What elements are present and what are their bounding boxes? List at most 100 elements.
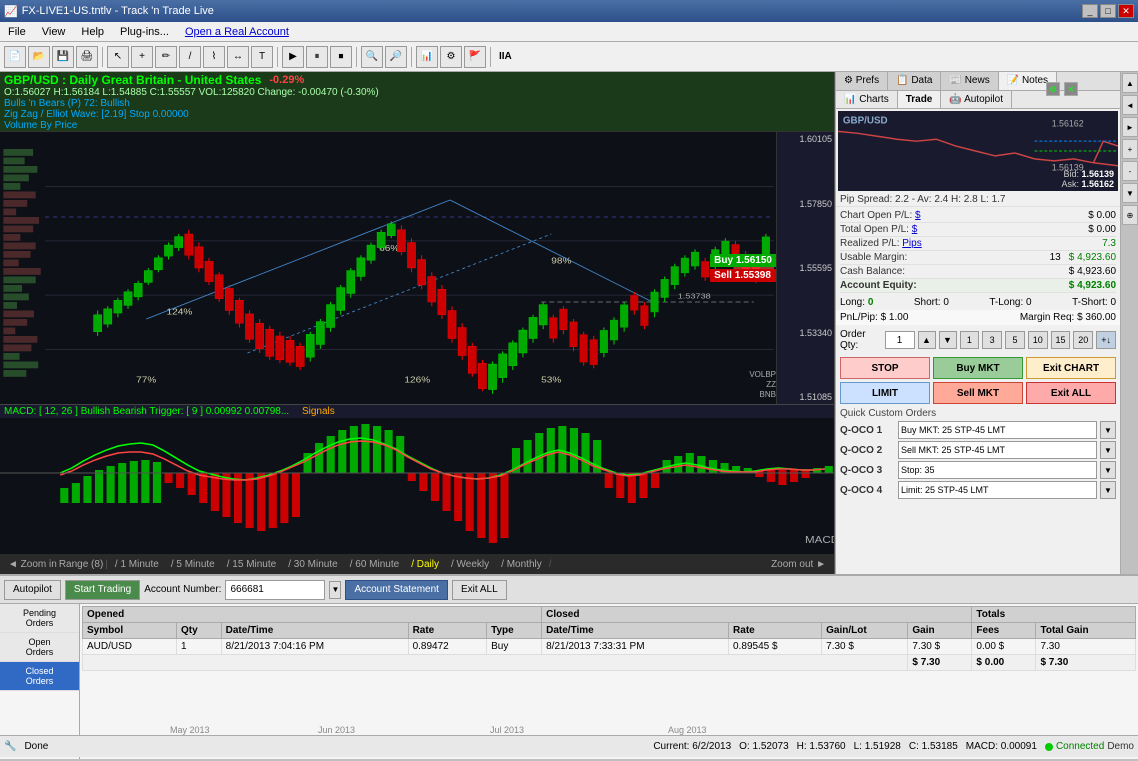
- subtab-charts[interactable]: 📊 Charts: [836, 91, 898, 108]
- zoom-in-button[interactable]: 🔍: [361, 46, 383, 68]
- rs-btn-5[interactable]: -: [1122, 161, 1138, 181]
- date-label-may: May 2013: [170, 725, 210, 735]
- menu-plugins[interactable]: Plug-ins...: [116, 25, 173, 39]
- chart-open-pl-value: $ 0.00: [1088, 210, 1116, 221]
- menu-file[interactable]: File: [4, 25, 30, 39]
- tab-news[interactable]: 📰 News: [941, 72, 998, 90]
- tf-1min[interactable]: / 1 Minute: [110, 558, 164, 571]
- qty-up-btn[interactable]: ▲: [918, 331, 936, 349]
- close-button[interactable]: ✕: [1118, 4, 1134, 18]
- status-bar: 🔧 Done Current: 6/2/2013 O: 1.52073 H: 1…: [0, 735, 1138, 757]
- minimize-button[interactable]: _: [1082, 4, 1098, 18]
- oco-input-1[interactable]: [898, 421, 1097, 439]
- right-side-buttons: ▲ ◄ ► + - ▼ ⊕: [1120, 72, 1138, 574]
- measure-button[interactable]: ↔: [227, 46, 249, 68]
- account-dropdown-btn[interactable]: ▼: [329, 581, 341, 599]
- crosshair-button[interactable]: +: [131, 46, 153, 68]
- flag-button[interactable]: 🚩: [464, 46, 486, 68]
- table-row: AUD/USD 1 8/21/2013 7:04:16 PM 0.89472 B…: [83, 639, 1136, 655]
- closed-orders-tab[interactable]: ClosedOrders: [0, 662, 79, 691]
- tab-data[interactable]: 📋 Data: [888, 72, 941, 90]
- account-number-input[interactable]: [225, 580, 325, 600]
- preset-special[interactable]: +↓: [1096, 331, 1116, 349]
- open-button[interactable]: 📂: [28, 46, 50, 68]
- save-button[interactable]: 💾: [52, 46, 74, 68]
- realized-pl-value: 7.3: [1102, 238, 1116, 249]
- account-statement-btn[interactable]: Account Statement: [345, 580, 448, 600]
- rs-btn-6[interactable]: ▼: [1122, 183, 1138, 203]
- total-pl-link[interactable]: $: [912, 224, 918, 235]
- toolbar-sep-5: [490, 47, 491, 67]
- oco-input-2[interactable]: [898, 441, 1097, 459]
- print-button[interactable]: 🖨: [76, 46, 98, 68]
- stop-button[interactable]: STOP: [840, 357, 930, 379]
- oco-arrow-2[interactable]: ▼: [1100, 441, 1116, 459]
- totals-fees: $ 0.00: [972, 655, 1036, 671]
- buy-mkt-button[interactable]: Buy MKT: [933, 357, 1023, 379]
- zoom-out-button[interactable]: 🔎: [385, 46, 407, 68]
- macd-signals: Signals: [302, 406, 335, 417]
- tf-30min[interactable]: / 30 Minute: [283, 558, 342, 571]
- tf-weekly[interactable]: / Weekly: [446, 558, 494, 571]
- date-label-aug: Aug 2013: [668, 725, 707, 735]
- new-button[interactable]: 📄: [4, 46, 26, 68]
- tab-prefs[interactable]: ⚙ Prefs: [836, 72, 888, 90]
- subtab-trade[interactable]: Trade: [898, 91, 942, 108]
- oco-input-4[interactable]: [898, 481, 1097, 499]
- exit-all-button[interactable]: Exit ALL: [1026, 382, 1116, 404]
- limit-button[interactable]: LIMIT: [840, 382, 930, 404]
- subtab-autopilot[interactable]: 🤖 Autopilot: [941, 91, 1012, 108]
- menu-open-account[interactable]: Open a Real Account: [181, 25, 293, 39]
- svg-text:MACD: MACD: [805, 535, 834, 546]
- preset-20[interactable]: 20: [1073, 331, 1093, 349]
- preset-3[interactable]: 3: [982, 331, 1002, 349]
- oco-arrow-1[interactable]: ▼: [1100, 421, 1116, 439]
- rs-btn-2[interactable]: ◄: [1122, 95, 1138, 115]
- chart-pl-link[interactable]: $: [915, 210, 921, 221]
- settings-button[interactable]: ⚙: [440, 46, 462, 68]
- pause-button[interactable]: ⏸: [306, 46, 328, 68]
- maximize-button[interactable]: □: [1100, 4, 1116, 18]
- exit-all-bottom-btn[interactable]: Exit ALL: [452, 580, 507, 600]
- stop-button-tb[interactable]: ⏹: [330, 46, 352, 68]
- realized-pl-link[interactable]: Pips: [902, 238, 921, 249]
- chart-settings-btn[interactable]: ⚙: [1046, 82, 1060, 96]
- preset-5[interactable]: 5: [1005, 331, 1025, 349]
- rs-btn-3[interactable]: ►: [1122, 117, 1138, 137]
- cursor-button[interactable]: ↖: [107, 46, 129, 68]
- rs-btn-1[interactable]: ▲: [1122, 73, 1138, 93]
- sell-mkt-button[interactable]: Sell MKT: [933, 382, 1023, 404]
- exit-chart-button[interactable]: Exit CHART: [1026, 357, 1116, 379]
- oco-input-3[interactable]: [898, 461, 1097, 479]
- oco-arrow-3[interactable]: ▼: [1100, 461, 1116, 479]
- tf-5min[interactable]: / 5 Minute: [166, 558, 220, 571]
- oco-arrow-4[interactable]: ▼: [1100, 481, 1116, 499]
- order-qty-input[interactable]: [885, 331, 915, 349]
- play-button[interactable]: ▶: [282, 46, 304, 68]
- chart-close-btn[interactable]: ✕: [1064, 82, 1078, 96]
- zoom-in-label[interactable]: ◄ Zoom in: [8, 559, 57, 570]
- trend-button[interactable]: /: [179, 46, 201, 68]
- tf-monthly[interactable]: / Monthly: [496, 558, 547, 571]
- pending-orders-tab[interactable]: PendingOrders: [0, 604, 79, 633]
- autopilot-btn[interactable]: Autopilot: [4, 580, 61, 600]
- preset-1[interactable]: 1: [960, 331, 980, 349]
- draw-button[interactable]: ✏: [155, 46, 177, 68]
- rs-btn-7[interactable]: ⊕: [1122, 205, 1138, 225]
- text-button[interactable]: T: [251, 46, 273, 68]
- preset-15[interactable]: 15: [1051, 331, 1071, 349]
- preset-10[interactable]: 10: [1028, 331, 1048, 349]
- qty-down-btn[interactable]: ▼: [939, 331, 957, 349]
- zoom-out-label[interactable]: Zoom out ►: [771, 559, 826, 570]
- tf-daily[interactable]: / Daily: [406, 558, 444, 571]
- rs-btn-4[interactable]: +: [1122, 139, 1138, 159]
- menu-view[interactable]: View: [38, 25, 70, 39]
- fib-button[interactable]: ⌇: [203, 46, 225, 68]
- indicators-button[interactable]: 📊: [416, 46, 438, 68]
- menu-help[interactable]: Help: [77, 25, 108, 39]
- tf-60min[interactable]: / 60 Minute: [345, 558, 404, 571]
- open-orders-tab[interactable]: OpenOrders: [0, 633, 79, 662]
- price-label-1: 1.60105: [777, 134, 834, 144]
- tf-15min[interactable]: / 15 Minute: [222, 558, 281, 571]
- start-trading-btn[interactable]: Start Trading: [65, 580, 140, 600]
